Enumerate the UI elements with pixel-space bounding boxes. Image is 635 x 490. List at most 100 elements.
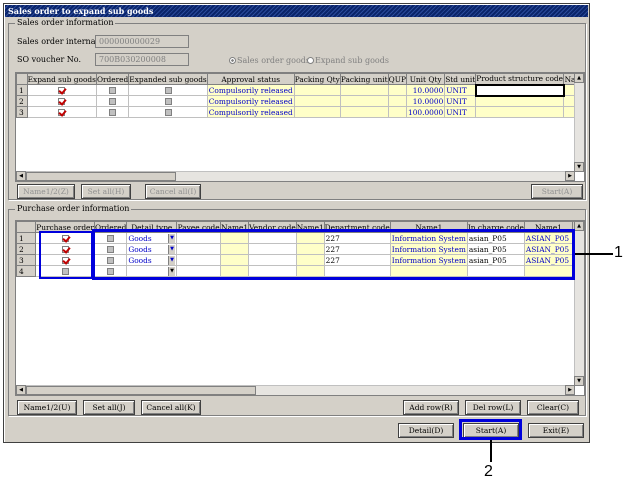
scroll-up-icon[interactable]: ▲ xyxy=(574,73,584,83)
col-unit-qty[interactable]: Unit Qty xyxy=(405,73,446,85)
row-number: 1 xyxy=(16,232,37,244)
packing-qty-cell[interactable] xyxy=(293,84,341,96)
packing-unit-cell[interactable] xyxy=(339,106,389,118)
row-number: 2 xyxy=(16,95,28,107)
checkbox-disabled-icon xyxy=(164,86,172,94)
scroll-down-icon[interactable]: ▼ xyxy=(574,376,584,386)
scroll-thumb[interactable] xyxy=(26,386,256,395)
expanded-cell xyxy=(128,84,208,96)
packing-qty-cell[interactable] xyxy=(293,106,341,118)
main-window: Sales order to expand sub goods Sales or… xyxy=(3,3,590,443)
exit-button[interactable]: Exit(E) xyxy=(528,423,584,438)
col-qup[interactable]: QUP xyxy=(387,73,408,85)
col-ordered[interactable]: Ordered xyxy=(95,73,130,85)
scroll-thumb[interactable] xyxy=(26,172,176,181)
highlight-checkbox-column xyxy=(39,231,93,279)
qup-cell[interactable] xyxy=(387,95,408,107)
purchase-name-toggle-button[interactable]: Name1/2(U) xyxy=(17,400,77,415)
radio-expand-sub-goods[interactable]: Expand sub goods xyxy=(307,56,389,66)
expand-cell[interactable] xyxy=(26,84,97,96)
checkbox-disabled-icon xyxy=(164,97,172,105)
unit-qty-cell: 100.0000 xyxy=(405,106,446,118)
qup-cell[interactable] xyxy=(387,106,408,118)
scroll-right-icon[interactable]: ▶ xyxy=(565,171,575,181)
unit-qty-cell: 10.0000 xyxy=(405,84,446,96)
col-approval-status[interactable]: Approval status xyxy=(206,73,295,85)
expand-cell[interactable] xyxy=(26,106,97,118)
checkbox-disabled-icon xyxy=(164,108,172,116)
checkbox-checked-icon[interactable] xyxy=(58,97,66,105)
std-unit-cell: UNIT xyxy=(444,106,477,118)
col-expand-sub-goods[interactable]: Expand sub goods xyxy=(26,73,97,85)
sales-grid-hscroll[interactable]: ◀ ▶ xyxy=(16,171,575,181)
table-row[interactable]: 3 Compulsorily released 100.0000 UNIT xyxy=(16,106,584,118)
col-std-unit[interactable]: Std unit xyxy=(444,73,477,85)
radio-empty-icon xyxy=(307,57,314,64)
product-structure-cell[interactable] xyxy=(475,95,565,107)
scroll-left-icon[interactable]: ◀ xyxy=(16,171,26,181)
table-row[interactable]: 2 Compulsorily released 10.0000 UNIT xyxy=(16,95,584,107)
product-structure-cell[interactable] xyxy=(474,83,565,97)
scroll-left-icon[interactable]: ◀ xyxy=(16,385,26,395)
expanded-cell xyxy=(128,95,208,107)
checkbox-disabled-icon xyxy=(109,97,117,105)
std-unit-cell: UNIT xyxy=(444,84,477,96)
callout-line-1 xyxy=(575,253,613,255)
highlight-start-button xyxy=(459,419,522,440)
internal-label: Sales order internal xyxy=(17,37,99,46)
checkbox-disabled-icon xyxy=(109,86,117,94)
col-packing-qty[interactable]: Packing Qty xyxy=(293,73,341,85)
highlight-detail-area xyxy=(92,229,575,280)
del-row-button[interactable]: Del row(L) xyxy=(465,400,521,415)
detail-button[interactable]: Detail(D) xyxy=(398,423,454,438)
purchase-set-all-button[interactable]: Set all(J) xyxy=(83,400,135,415)
approval-status-cell: Compulsorily released xyxy=(206,84,295,96)
checkbox-checked-icon[interactable] xyxy=(58,108,66,116)
checkbox-checked-icon[interactable] xyxy=(58,86,66,94)
voucher-field[interactable]: 700B030200008 xyxy=(95,53,189,66)
std-unit-cell: UNIT xyxy=(444,95,477,107)
sales-order-grid: Expand sub goods Ordered Expanded sub go… xyxy=(15,72,585,182)
sales-name-toggle-button[interactable]: Name1/2(Z) xyxy=(17,184,75,199)
unit-qty-cell: 10.0000 xyxy=(405,95,446,107)
sales-start-button[interactable]: Start(A) xyxy=(531,184,583,199)
scroll-up-icon[interactable]: ▲ xyxy=(574,221,584,231)
voucher-label: SO voucher No. xyxy=(17,55,82,64)
checkbox-disabled-icon xyxy=(109,108,117,116)
sales-set-all-button[interactable]: Set all(H) xyxy=(81,184,131,199)
ordered-cell xyxy=(95,106,130,118)
callout-number-2: 2 xyxy=(484,463,493,480)
add-row-button[interactable]: Add row(R) xyxy=(403,400,459,415)
callout-line-2 xyxy=(490,440,492,462)
qup-cell[interactable] xyxy=(387,84,408,96)
scroll-right-icon[interactable]: ▶ xyxy=(565,385,575,395)
packing-unit-cell[interactable] xyxy=(339,95,389,107)
purchase-order-group-title: Purchase order information xyxy=(15,204,132,214)
scroll-down-icon[interactable]: ▼ xyxy=(574,162,584,172)
sales-order-table: Expand sub goods Ordered Expanded sub go… xyxy=(16,73,584,118)
internal-field[interactable]: 000000000029 xyxy=(95,35,189,48)
sales-order-header-row: Expand sub goods Ordered Expanded sub go… xyxy=(16,73,584,85)
ordered-cell xyxy=(95,84,130,96)
sales-order-group-title: Sales order information xyxy=(15,18,116,28)
product-structure-cell[interactable] xyxy=(475,106,565,118)
purchase-cancel-all-button[interactable]: Cancel all(K) xyxy=(141,400,201,415)
expand-cell[interactable] xyxy=(26,95,97,107)
row-number: 1 xyxy=(16,84,28,96)
sales-grid-vscroll[interactable]: ▲ ▼ xyxy=(574,73,584,172)
table-row[interactable]: 1 Compulsorily released 10.0000 UNIT xyxy=(16,83,584,97)
radio-sales-order-goods[interactable]: Sales order goods xyxy=(229,56,310,66)
col-expanded-sub-goods[interactable]: Expanded sub goods xyxy=(128,73,208,85)
purchase-grid-vscroll[interactable]: ▲ ▼ xyxy=(574,221,584,386)
approval-status-cell: Compulsorily released xyxy=(206,106,295,118)
packing-qty-cell[interactable] xyxy=(293,95,341,107)
col-packing-unit[interactable]: Packing unit xyxy=(339,73,389,85)
packing-unit-cell[interactable] xyxy=(339,84,389,96)
sales-cancel-all-button[interactable]: Cancel all(I) xyxy=(145,184,201,199)
row-number: 4 xyxy=(16,265,37,277)
col-product-structure-code[interactable]: Product structure code xyxy=(475,73,565,85)
col-rownum xyxy=(16,221,37,233)
clear-button[interactable]: Clear(C) xyxy=(527,400,579,415)
callout-number-1: 1 xyxy=(614,244,623,261)
purchase-grid-hscroll[interactable]: ◀ ▶ xyxy=(16,385,575,395)
